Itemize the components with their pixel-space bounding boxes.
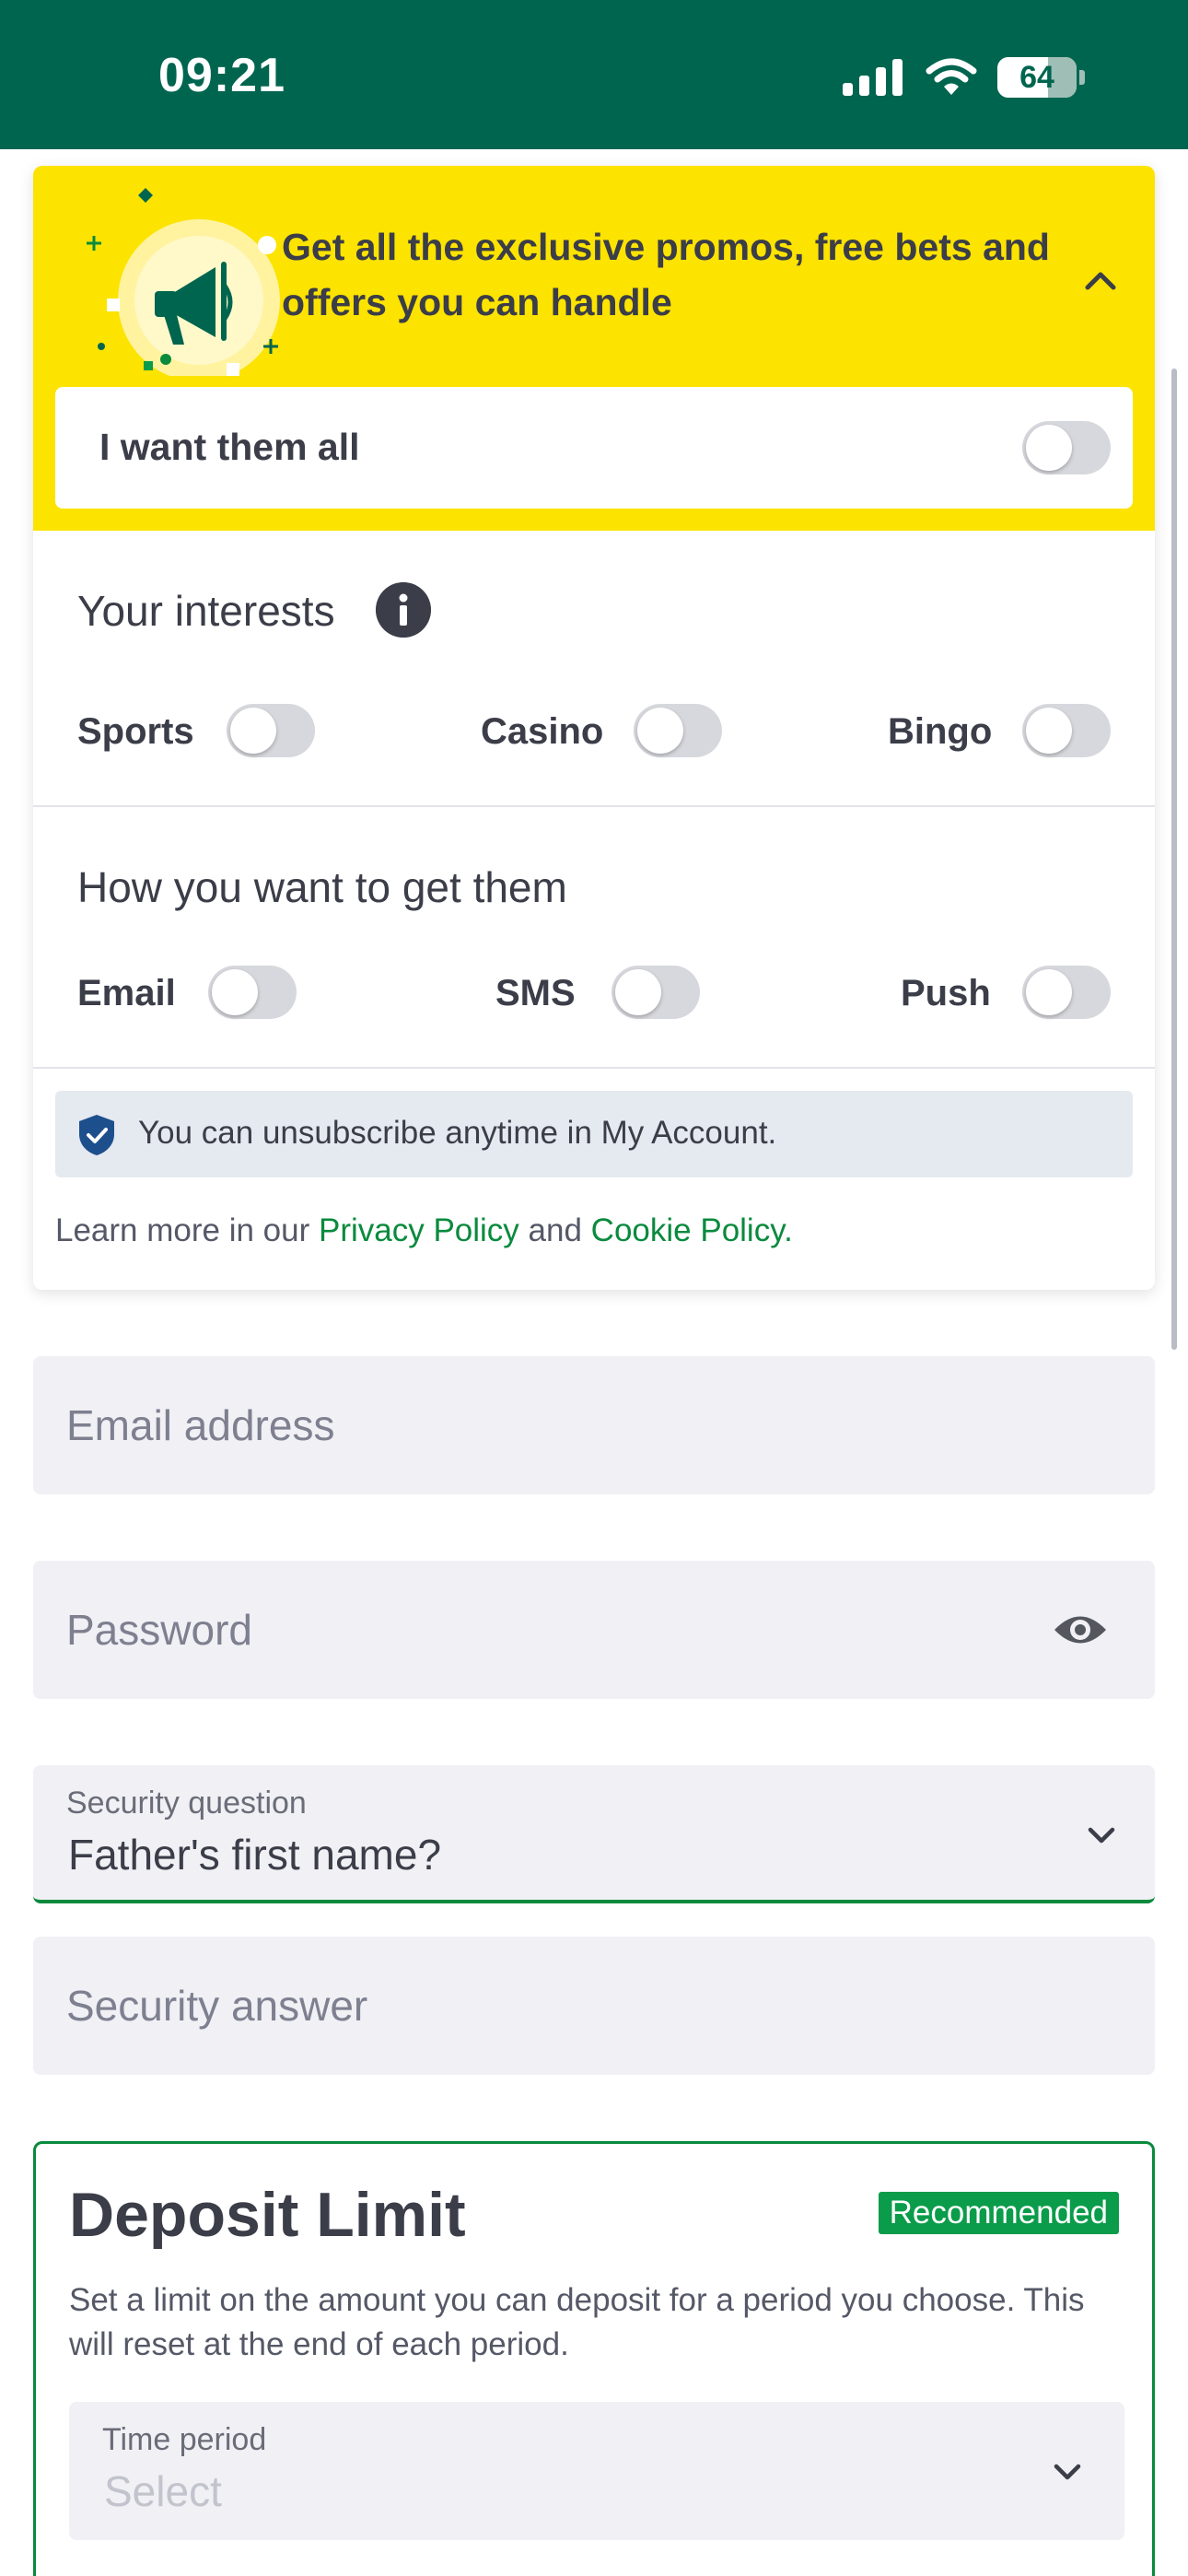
interest-bingo-label: Bingo <box>888 711 993 752</box>
wifi-icon <box>926 58 977 95</box>
security-question-value: Father's first name? <box>68 1831 442 1879</box>
promo-title: Get all the exclusive promos, free bets … <box>282 226 1050 323</box>
deposit-limit-card: Deposit Limit Recommended Set a limit on… <box>33 2141 1155 2576</box>
status-icons: 64 <box>843 57 1085 98</box>
learn-more-prefix: Learn more in our <box>55 1212 319 1248</box>
interest-sports-label: Sports <box>77 711 194 752</box>
deposit-limit-title: Deposit Limit <box>69 2180 466 2250</box>
marketing-preferences-card: Get all the exclusive promos, free bets … <box>33 166 1155 1290</box>
eye-icon[interactable] <box>1052 1609 1109 1651</box>
recommended-badge: Recommended <box>878 2192 1119 2234</box>
channel-sms-toggle[interactable] <box>611 966 700 1019</box>
time-period-label: Time period <box>102 2422 267 2457</box>
unsubscribe-note: You can unsubscribe anytime in My Accoun… <box>55 1091 1133 1177</box>
divider <box>33 1067 1155 1069</box>
channel-email-toggle[interactable] <box>208 966 297 1019</box>
info-icon[interactable] <box>376 582 431 638</box>
deposit-limit-description: Set a limit on the amount you can deposi… <box>69 2282 1085 2362</box>
channel-push-toggle[interactable] <box>1022 966 1111 1019</box>
password-field[interactable]: Password <box>33 1561 1155 1699</box>
unsubscribe-text: You can unsubscribe anytime in My Accoun… <box>138 1115 777 1151</box>
interest-casino-toggle[interactable] <box>634 704 722 757</box>
battery-level: 64 <box>1019 60 1054 95</box>
channel-push-label: Push <box>901 973 991 1013</box>
security-question-select[interactable]: Security question Father's first name? <box>33 1765 1155 1903</box>
interest-sports-toggle[interactable] <box>227 704 315 757</box>
security-question-label: Security question <box>66 1786 307 1821</box>
security-answer-placeholder: Security answer <box>66 1982 368 2030</box>
megaphone-icon <box>87 188 280 376</box>
time-period-value: Select <box>104 2467 222 2515</box>
battery-icon: 64 <box>997 57 1085 98</box>
interests-title: Your interests <box>77 587 335 635</box>
scrollbar[interactable] <box>1171 369 1177 1350</box>
learn-more-suffix: . <box>784 1212 793 1248</box>
security-answer-field[interactable]: Security answer <box>33 1937 1155 2075</box>
want-all-row: I want them all <box>55 387 1133 509</box>
interest-bingo-toggle[interactable] <box>1022 704 1111 757</box>
chevron-down-icon <box>1054 2464 1081 2480</box>
time-period-select[interactable]: Time period Select <box>69 2402 1124 2540</box>
want-all-toggle[interactable] <box>1022 421 1111 474</box>
channels-title: How you want to get them <box>77 863 567 911</box>
channel-sms-label: SMS <box>495 973 576 1013</box>
privacy-policy-link[interactable]: Privacy Policy <box>319 1212 519 1248</box>
divider <box>33 805 1155 807</box>
email-placeholder: Email address <box>66 1401 335 1449</box>
email-field[interactable]: Email address <box>33 1356 1155 1494</box>
cookie-policy-link[interactable]: Cookie Policy <box>591 1212 784 1248</box>
chevron-up-icon[interactable] <box>1076 256 1125 306</box>
channel-email-label: Email <box>77 973 176 1013</box>
password-placeholder: Password <box>66 1606 252 1654</box>
promo-header: Get all the exclusive promos, free bets … <box>33 166 1155 531</box>
learn-more-and: and <box>518 1212 591 1248</box>
shield-check-icon <box>79 1115 114 1155</box>
status-bar: 09:21 64 <box>0 0 1188 149</box>
learn-more-text: Learn more in our Privacy Policy and Coo… <box>55 1212 793 1249</box>
interest-casino-label: Casino <box>481 711 604 752</box>
signal-icon <box>843 59 903 96</box>
status-time: 09:21 <box>158 49 285 102</box>
want-all-label: I want them all <box>99 426 360 468</box>
chevron-down-icon <box>1088 1827 1115 1844</box>
